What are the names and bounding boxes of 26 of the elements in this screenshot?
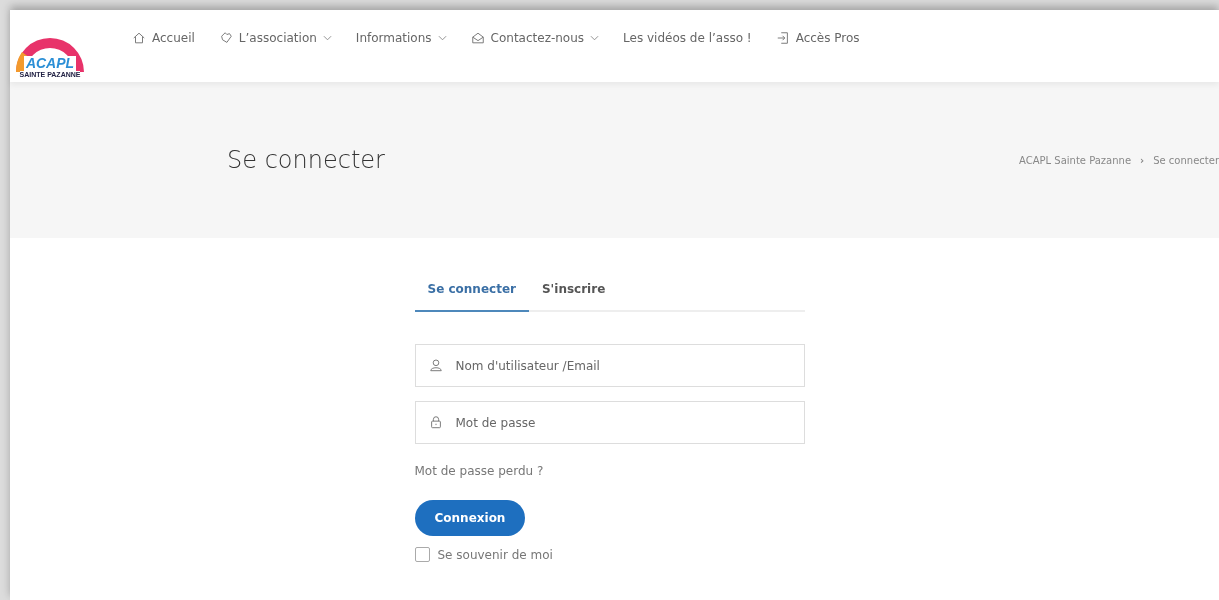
lost-password-link[interactable]: Mot de passe perdu ?	[414, 464, 544, 478]
input-field[interactable]: Mot de passe	[414, 401, 805, 444]
tab[interactable]: Se connecter	[414, 270, 529, 312]
breadcrumb-current: Se connecter	[1153, 154, 1219, 166]
home-icon	[132, 31, 146, 45]
user-icon	[428, 358, 443, 372]
chevron-down-icon	[322, 35, 332, 41]
login-icon	[775, 31, 790, 45]
chevron-down-icon	[590, 35, 600, 41]
nav-link[interactable]: Accueil	[132, 31, 195, 45]
input-field[interactable]: Nom d'utilisateur /Email	[414, 344, 805, 387]
lock-icon	[428, 415, 443, 429]
envelope-icon	[470, 31, 485, 45]
remember-label: Se souvenir de moi	[437, 547, 553, 562]
chevron-down-icon	[437, 35, 447, 41]
tab[interactable]: S'inscrire	[528, 270, 619, 312]
nav-link[interactable]: Informations	[355, 31, 447, 45]
nav-link[interactable]: Les vidéos de l’asso !	[623, 31, 752, 45]
nav-link[interactable]: L’association	[218, 31, 332, 45]
breadcrumb-link[interactable]: ACAPL Sainte Pazanne	[1019, 154, 1132, 166]
page-title: Se connecter	[227, 146, 385, 174]
nav-link[interactable]: Accès Pros	[775, 31, 860, 45]
nav-link[interactable]: Contactez-nous	[470, 31, 600, 45]
remember-checkbox[interactable]	[414, 547, 430, 562]
login-button[interactable]: Connexion	[414, 500, 526, 536]
breadcrumb-separator: ›	[1140, 154, 1145, 166]
